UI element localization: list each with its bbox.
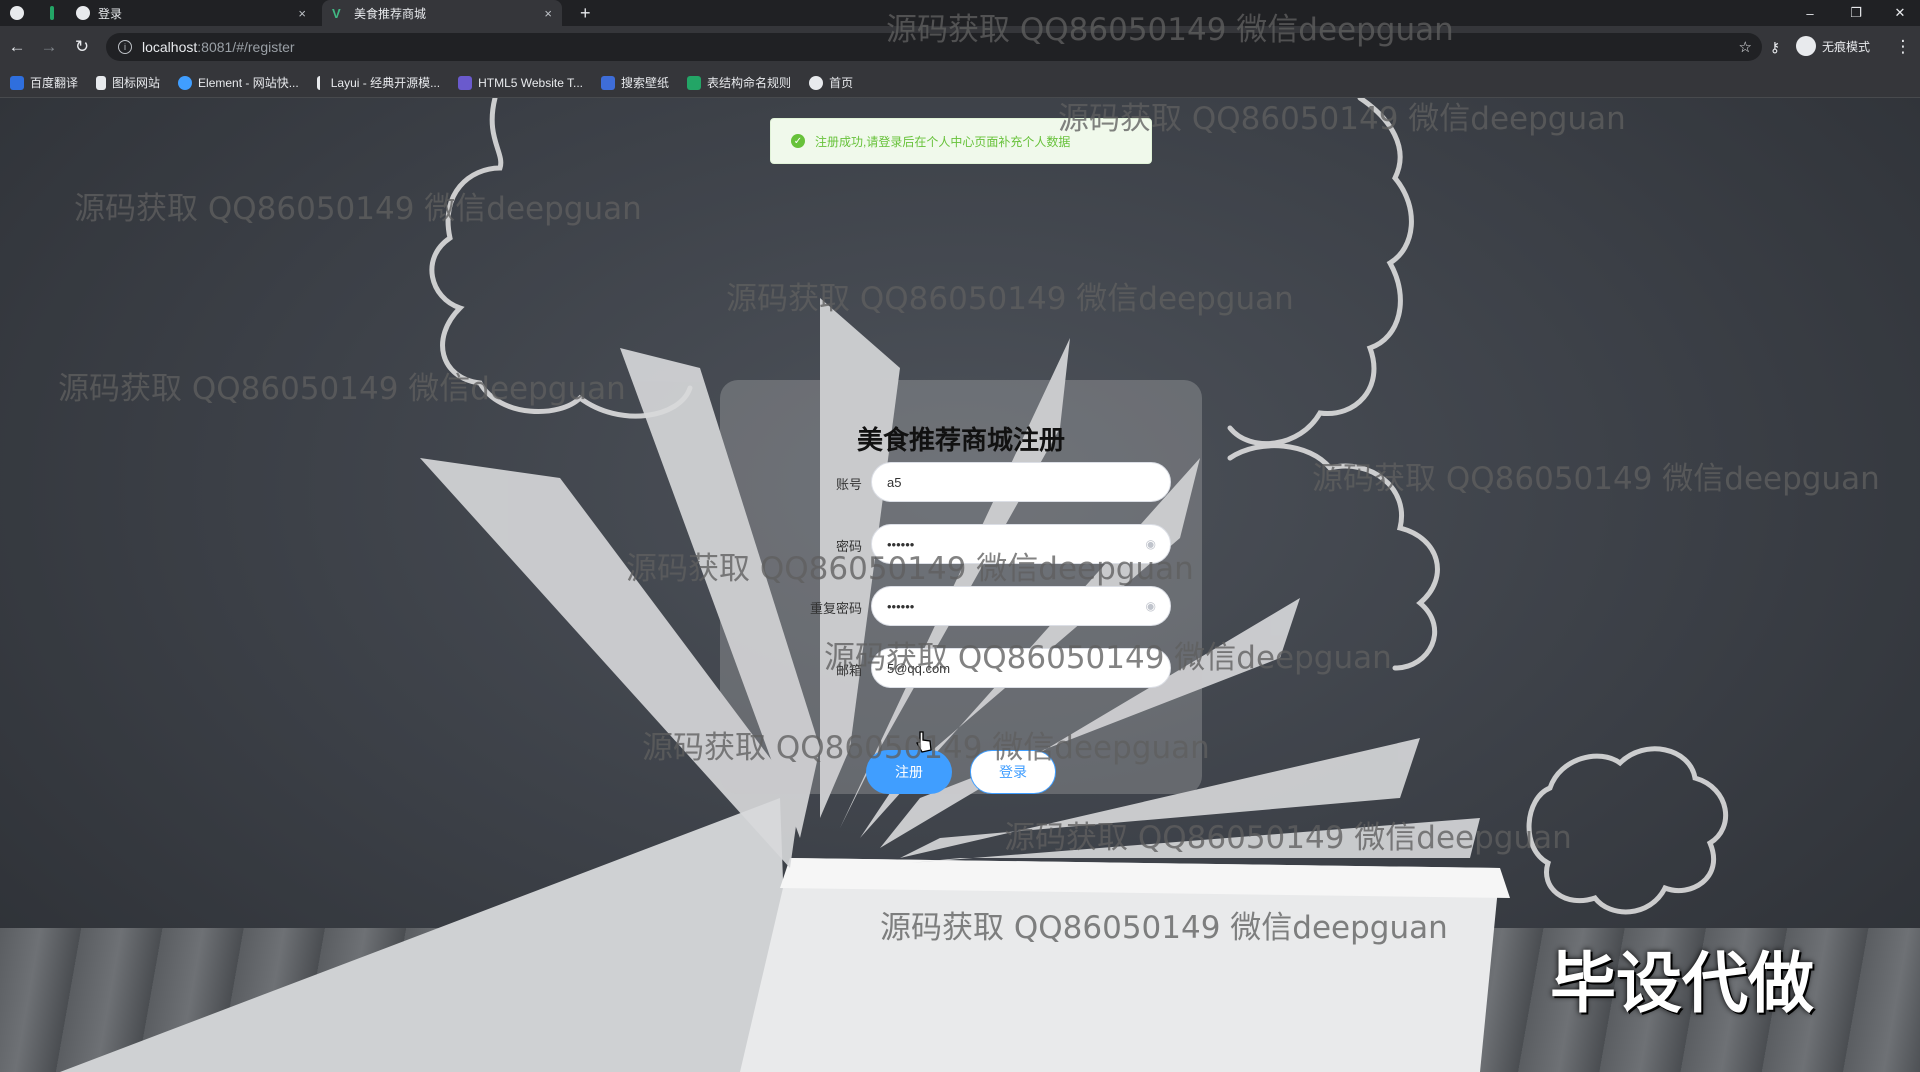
watermark: 源码获取 QQ86050149 微信deepguan bbox=[1058, 101, 1626, 137]
bookmark-layui[interactable]: Layui - 经典开源模... bbox=[316, 74, 441, 91]
translate-icon bbox=[10, 75, 24, 90]
watermark: 源码获取 QQ86050149 微信deepguan bbox=[58, 371, 626, 407]
profile-label: 无痕模式 bbox=[1822, 39, 1871, 54]
watermark: 源码获取 QQ86050149 微信deepguan bbox=[824, 640, 1392, 676]
html5-icon bbox=[458, 75, 473, 90]
tab-close-icon[interactable]: × bbox=[298, 6, 306, 21]
bookmark-star-icon[interactable]: ☆ bbox=[1739, 38, 1752, 56]
watermark: 源码获取 QQ86050149 微信deepguan bbox=[726, 281, 1294, 317]
tab-title: 美食推荐商城 bbox=[354, 6, 427, 21]
form-title: 美食推荐商城注册 bbox=[856, 425, 1065, 455]
globe-icon bbox=[809, 75, 824, 90]
confirm-password-value: •••••• bbox=[887, 598, 915, 614]
tab-pinned-sheet[interactable] bbox=[40, 0, 64, 26]
back-icon[interactable]: ← bbox=[6, 36, 28, 58]
reload-icon[interactable]: ↻ bbox=[71, 36, 93, 58]
eye-icon[interactable]: ◉ bbox=[1146, 599, 1156, 613]
tab-pinned-app[interactable] bbox=[0, 0, 40, 26]
bookmark-label: HTML5 Website T... bbox=[478, 75, 584, 90]
bookmark-label: Layui - 经典开源模... bbox=[330, 76, 441, 90]
forward-icon[interactable]: → bbox=[38, 36, 60, 58]
tab-login[interactable]: 登录 × bbox=[66, 0, 316, 26]
bookmark-label: Element - 网站快... bbox=[198, 76, 299, 90]
chrome-app-icon bbox=[10, 6, 24, 20]
watermark: 源码获取 QQ86050149 微信deepguan bbox=[880, 910, 1448, 946]
tab-title: 登录 bbox=[98, 6, 123, 21]
bookmark-icon-site[interactable]: 图标网站 bbox=[96, 74, 160, 91]
bookmark-wallpaper[interactable]: 搜索壁纸 bbox=[601, 74, 669, 91]
flag-icon bbox=[96, 75, 107, 90]
bookmark-home[interactable]: 首页 bbox=[809, 74, 853, 91]
watermark: 源码获取 QQ86050149 微信deepguan bbox=[626, 551, 1194, 587]
corner-caption: 毕设代做 bbox=[1550, 945, 1814, 1022]
bookmarks-bar: 百度翻译 图标网站 Element - 网站快... Layui - 经典开源模… bbox=[0, 68, 1920, 98]
bookmark-label: 表结构命名规则 bbox=[707, 76, 792, 90]
vue-icon: V bbox=[332, 6, 341, 21]
account-label: 账号 bbox=[835, 477, 862, 492]
layui-icon bbox=[316, 75, 325, 90]
incognito-icon bbox=[1796, 36, 1816, 56]
confirm-password-label: 重复密码 bbox=[809, 601, 862, 616]
bookmark-label: 首页 bbox=[829, 76, 854, 90]
minimize-icon[interactable]: – bbox=[1790, 0, 1830, 26]
confirm-password-row: 重复密码 •••••• ◉ bbox=[720, 586, 1202, 626]
menu-icon[interactable]: ⋮ bbox=[1892, 36, 1914, 58]
tab-close-icon[interactable]: × bbox=[544, 6, 552, 21]
watermark: 源码获取 QQ86050149 微信deepguan bbox=[886, 12, 1454, 48]
globe-icon bbox=[76, 6, 90, 20]
key-icon[interactable]: ⚷ bbox=[1764, 36, 1786, 58]
new-tab-button[interactable]: + bbox=[570, 0, 600, 26]
watermark: 源码获取 QQ86050149 微信deepguan bbox=[74, 191, 642, 227]
account-input[interactable]: a5 bbox=[871, 462, 1171, 502]
bookmark-label: 百度翻译 bbox=[30, 76, 79, 90]
sheet-icon bbox=[50, 6, 54, 20]
url-host: localhost bbox=[142, 39, 198, 55]
bookmark-label: 图标网站 bbox=[112, 76, 161, 90]
bookmark-element[interactable]: Element - 网站快... bbox=[178, 74, 299, 91]
restore-icon[interactable]: ❐ bbox=[1836, 0, 1876, 26]
sheet-icon bbox=[687, 75, 702, 90]
confirm-password-input[interactable]: •••••• ◉ bbox=[871, 586, 1171, 626]
bookmark-html5[interactable]: HTML5 Website T... bbox=[458, 75, 584, 90]
tab-food-mall[interactable]: V 美食推荐商城 × bbox=[322, 0, 562, 26]
bookmark-baidu-translate[interactable]: 百度翻译 bbox=[10, 74, 78, 91]
bookmark-naming-rules[interactable]: 表结构命名规则 bbox=[687, 74, 791, 91]
wallpaper-icon bbox=[601, 75, 616, 90]
check-circle-icon: ✓ bbox=[791, 134, 805, 148]
account-row: 账号 a5 bbox=[720, 462, 1202, 502]
toast-message: 注册成功,请登录后在个人中心页面补充个人数据 bbox=[815, 134, 1071, 149]
watermark: 源码获取 QQ86050149 微信deepguan bbox=[1004, 820, 1572, 856]
bookmark-label: 搜索壁纸 bbox=[621, 76, 670, 90]
watermark: 源码获取 QQ86050149 微信deepguan bbox=[642, 730, 1210, 766]
url-path: :8081/#/register bbox=[197, 39, 295, 55]
watermark: 源码获取 QQ86050149 微信deepguan bbox=[1312, 461, 1880, 497]
element-icon bbox=[178, 75, 193, 90]
incognito-profile[interactable]: 无痕模式 bbox=[1796, 36, 1870, 56]
close-window-icon[interactable]: ✕ bbox=[1880, 0, 1920, 26]
info-icon[interactable]: i bbox=[118, 40, 132, 54]
